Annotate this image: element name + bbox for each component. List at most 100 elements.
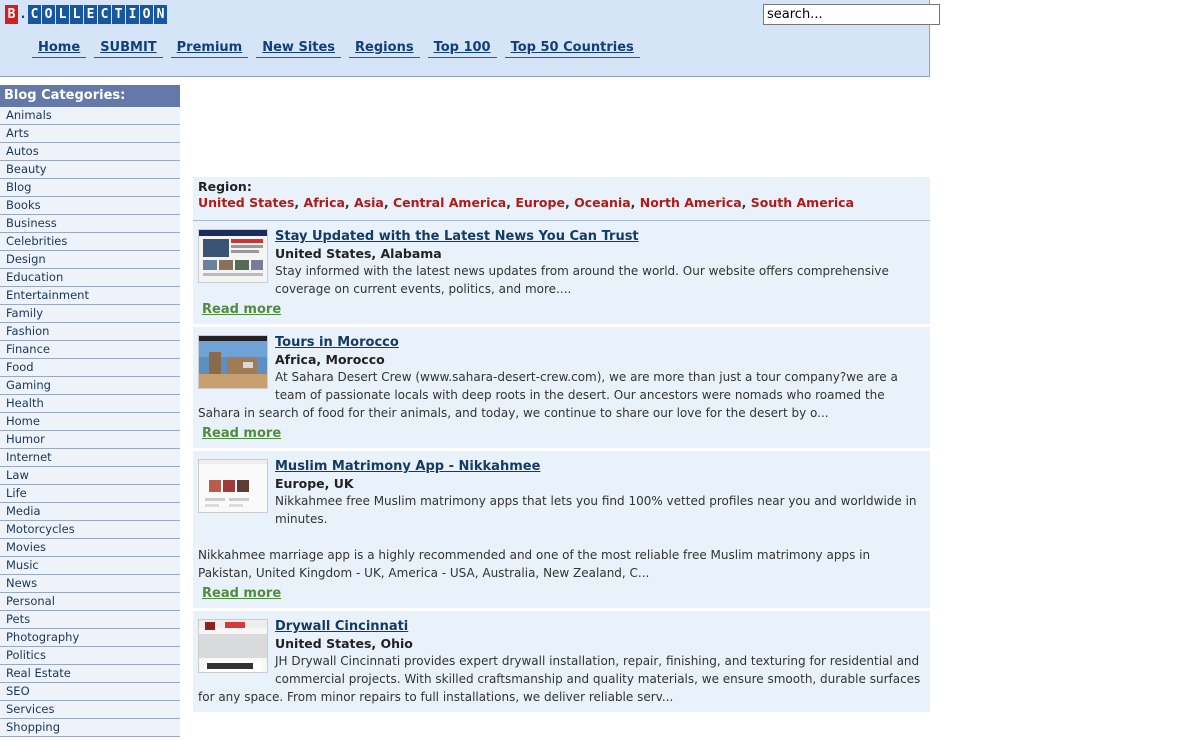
- category-movies[interactable]: Movies: [0, 539, 180, 557]
- listing-location: United States, Ohio: [275, 636, 413, 651]
- listing-location: United States, Alabama: [275, 246, 442, 261]
- blog-categories-sidebar: Blog Categories: Animals Arts Autos Beauty B…: [0, 85, 180, 737]
- category-services[interactable]: Services: [0, 701, 180, 719]
- category-pets[interactable]: Pets: [0, 611, 180, 629]
- listing-description-more: Nikkahmee marriage app is a highly recom…: [198, 548, 871, 580]
- logo-letter: C: [98, 5, 111, 24]
- category-fashion[interactable]: Fashion: [0, 323, 180, 341]
- listing-item: Muslim Matrimony App - Nikkahmee Europe, …: [193, 451, 930, 611]
- nav-link-top-100[interactable]: Top 100: [427, 40, 497, 58]
- logo-letter: B: [5, 5, 18, 24]
- category-design[interactable]: Design: [0, 251, 180, 269]
- listing-description: JH Drywall Cincinnati provides expert dr…: [198, 654, 921, 704]
- category-blog[interactable]: Blog: [0, 179, 180, 197]
- category-photography[interactable]: Photography: [0, 629, 180, 647]
- region-link[interactable]: United States: [198, 195, 294, 210]
- category-seo[interactable]: SEO: [0, 683, 180, 701]
- category-entertainment[interactable]: Entertainment: [0, 287, 180, 305]
- region-link[interactable]: Africa: [304, 195, 345, 210]
- category-gaming[interactable]: Gaming: [0, 377, 180, 395]
- category-autos[interactable]: Autos: [0, 143, 180, 161]
- category-business[interactable]: Business: [0, 215, 180, 233]
- category-internet[interactable]: Internet: [0, 449, 180, 467]
- category-music[interactable]: Music: [0, 557, 180, 575]
- logo-letter: O: [42, 5, 55, 24]
- category-animals[interactable]: Animals: [0, 107, 180, 125]
- search-input[interactable]: [763, 4, 940, 25]
- news-thumbnail[interactable]: [198, 229, 268, 283]
- listing-location: Africa, Morocco: [275, 352, 385, 367]
- matrimony-thumbnail[interactable]: [198, 459, 268, 513]
- category-media[interactable]: Media: [0, 503, 180, 521]
- logo-letter: C: [28, 5, 41, 24]
- nav-link-new-sites[interactable]: New Sites: [256, 40, 342, 58]
- category-food[interactable]: Food: [0, 359, 180, 377]
- logo-letter: .: [19, 7, 27, 22]
- region-link[interactable]: Asia: [354, 195, 384, 210]
- separator: ,: [383, 195, 393, 210]
- nav-link-premium[interactable]: Premium: [170, 40, 249, 58]
- region-link[interactable]: North America: [640, 195, 742, 210]
- listing-title[interactable]: Muslim Matrimony App - Nikkahmee: [198, 459, 925, 475]
- category-law[interactable]: Law: [0, 467, 180, 485]
- category-home[interactable]: Home: [0, 413, 180, 431]
- region-link[interactable]: Oceania: [574, 195, 631, 210]
- nav-link-submit[interactable]: SUBMIT: [94, 40, 163, 58]
- listing-item: Stay Updated with the Latest News You Ca…: [193, 221, 930, 327]
- category-politics[interactable]: Politics: [0, 647, 180, 665]
- region-link[interactable]: Central America: [393, 195, 506, 210]
- read-more-link[interactable]: Read more: [198, 298, 925, 318]
- region-link[interactable]: Europe: [515, 195, 565, 210]
- logo-letter: T: [112, 5, 125, 24]
- region-label: Region:: [198, 179, 252, 194]
- listing-location: Europe, UK: [275, 476, 354, 491]
- category-news[interactable]: News: [0, 575, 180, 593]
- drywall-thumbnail[interactable]: [198, 619, 268, 673]
- listing-description: Nikkahmee free Muslim matrimony apps tha…: [275, 494, 917, 526]
- category-list: Animals Arts Autos Beauty Blog Books Business C…: [0, 107, 180, 737]
- listing-description: Stay informed with the latest news updat…: [275, 264, 889, 296]
- logo-letter: L: [56, 5, 69, 24]
- main-content: Region: United States, Africa, Asia, Cen…: [193, 177, 930, 715]
- category-arts[interactable]: Arts: [0, 125, 180, 143]
- listing-item: Drywall Cincinnati United States, Ohio JH …: [193, 611, 930, 715]
- category-books[interactable]: Books: [0, 197, 180, 215]
- logo-letter: E: [84, 5, 97, 24]
- logo-letter: O: [140, 5, 153, 24]
- category-beauty[interactable]: Beauty: [0, 161, 180, 179]
- category-health[interactable]: Health: [0, 395, 180, 413]
- region-filter: Region: United States, Africa, Asia, Cen…: [193, 177, 930, 221]
- category-education[interactable]: Education: [0, 269, 180, 287]
- category-finance[interactable]: Finance: [0, 341, 180, 359]
- separator: ,: [741, 195, 751, 210]
- category-life[interactable]: Life: [0, 485, 180, 503]
- listing-description: At Sahara Desert Crew (www.sahara-desert…: [198, 370, 898, 420]
- sidebar-title: Blog Categories:: [0, 85, 180, 107]
- category-real-estate[interactable]: Real Estate: [0, 665, 180, 683]
- morocco-thumbnail[interactable]: [198, 335, 268, 389]
- listing-title[interactable]: Drywall Cincinnati: [198, 619, 925, 635]
- nav-link-regions[interactable]: Regions: [349, 40, 420, 58]
- logo-letter: I: [126, 5, 139, 24]
- nav-link-home[interactable]: Home: [32, 40, 87, 58]
- read-more-link[interactable]: Read more: [198, 422, 925, 442]
- category-celebrities[interactable]: Celebrities: [0, 233, 180, 251]
- category-humor[interactable]: Humor: [0, 431, 180, 449]
- category-family[interactable]: Family: [0, 305, 180, 323]
- read-more-link[interactable]: Read more: [198, 582, 925, 602]
- category-personal[interactable]: Personal: [0, 593, 180, 611]
- separator: ,: [506, 195, 516, 210]
- separator: ,: [630, 195, 640, 210]
- listing-title[interactable]: Stay Updated with the Latest News You Ca…: [198, 229, 925, 245]
- logo-letter: L: [70, 5, 83, 24]
- category-shopping[interactable]: Shopping: [0, 719, 180, 737]
- site-logo[interactable]: B.COLLECTION: [5, 5, 167, 24]
- region-link[interactable]: South America: [751, 195, 854, 210]
- category-motorcycles[interactable]: Motorcycles: [0, 521, 180, 539]
- separator: ,: [344, 195, 355, 210]
- nav-link-top-50-countries[interactable]: Top 50 Countries: [504, 40, 640, 58]
- listing-title[interactable]: Tours in Morocco: [198, 335, 925, 351]
- logo-letter: N: [154, 5, 167, 24]
- listing-item: Tours in Morocco Africa, Morocco At Sahara…: [193, 327, 930, 451]
- main-nav: Home SUBMIT Premium New Sites Regions Top 100…: [30, 40, 646, 58]
